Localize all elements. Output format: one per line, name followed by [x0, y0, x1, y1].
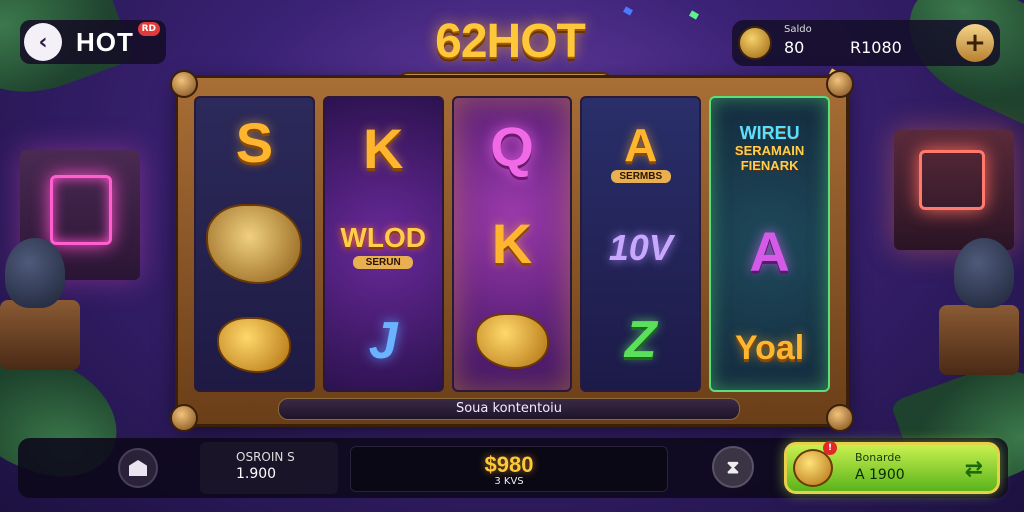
- back-label: HOT: [76, 26, 134, 57]
- back-arrow-icon: ‹: [24, 23, 62, 61]
- creature-decoration: [954, 238, 1014, 308]
- symbol-a: A: [749, 220, 790, 284]
- winged-shield-icon: [206, 203, 303, 284]
- slot-machine-frame: S K WLOD SERUN J Q K A SERMBS 10V Z WIRE…: [170, 70, 854, 432]
- wild-symbol-text: WLOD: [340, 222, 426, 254]
- reel-2: K WLOD SERUN J: [322, 96, 444, 392]
- symbol-10v: 10V: [608, 227, 673, 269]
- reel-5: WIREU SERAMAIN FIENARK A Yoal: [709, 96, 830, 392]
- symbol-k: K: [491, 211, 533, 275]
- win-display: $980 3 KVS: [350, 446, 668, 492]
- frame-bolt: [170, 70, 198, 98]
- symbol-a-sub: SERMBS: [610, 169, 671, 183]
- balance-panel: Saldo 80 R1080 +: [732, 20, 1000, 66]
- spin-button[interactable]: ! Bonarde A 1900 ⇄: [784, 441, 1000, 494]
- reel-3: Q K: [451, 96, 573, 392]
- wild-symbol-sub: SERUN: [353, 256, 414, 270]
- symbol-a: A: [624, 118, 658, 171]
- bet-label: OSROIN S: [236, 450, 295, 464]
- home-icon: [129, 460, 147, 476]
- autoplay-button[interactable]: ⧗: [712, 446, 754, 488]
- bottom-control-bar: OSROIN S 1.900 $980 3 KVS ⧗ ! Bonarde A …: [18, 438, 1008, 498]
- symbol-k: K: [362, 116, 404, 180]
- balance-value-right: R1080: [850, 38, 902, 57]
- plus-icon: +: [964, 28, 986, 58]
- back-button[interactable]: ‹ HOT RD: [20, 20, 166, 64]
- frame-bolt: [170, 404, 198, 432]
- reel-4: A SERMBS 10V Z: [580, 96, 702, 392]
- balance-label: Saldo: [784, 24, 812, 35]
- gold-bar-icon: [474, 313, 549, 370]
- alert-badge: !: [823, 441, 837, 455]
- reel-1: S: [194, 96, 315, 392]
- add-funds-button[interactable]: +: [956, 24, 994, 62]
- reels-container: S K WLOD SERUN J Q K A SERMBS 10V Z WIRE…: [194, 96, 830, 392]
- balance-value-left: 80: [784, 38, 805, 57]
- treasure-pouch-icon: [217, 317, 292, 374]
- symbol-s: S: [235, 110, 274, 174]
- bonus-banner: WIREU SERAMAIN FIENARK: [715, 123, 825, 174]
- home-button[interactable]: [118, 448, 158, 488]
- bet-display[interactable]: OSROIN S 1.900: [200, 442, 338, 494]
- symbol-z: Z: [624, 311, 657, 370]
- pot-decoration: [939, 305, 1019, 375]
- coin-icon: [738, 26, 772, 60]
- symbol-j: J: [368, 312, 398, 371]
- spin-label: Bonarde: [855, 451, 902, 464]
- symbol-q: Q: [490, 114, 534, 178]
- bonus-banner-line1: SERAMAIN: [734, 142, 805, 158]
- neon-sign: [50, 175, 112, 245]
- confetti-decoration: [689, 10, 699, 20]
- pot-decoration: [0, 300, 80, 370]
- win-sub: 3 KVS: [494, 476, 524, 487]
- wild-symbol: WLOD SERUN: [333, 222, 433, 270]
- win-amount: $980: [484, 452, 534, 477]
- spin-value: A 1900: [855, 467, 905, 483]
- hot-badge: RD: [137, 22, 160, 36]
- neon-sign: [919, 150, 985, 210]
- frame-bolt: [826, 404, 854, 432]
- bonus-banner-line2: FIENARK: [740, 157, 799, 173]
- bonus-banner-title: WIREU: [739, 123, 800, 144]
- bet-value: 1.900: [236, 466, 277, 482]
- hourglass-icon: ⧗: [726, 456, 740, 478]
- symbol-yoal: Yoal: [734, 328, 805, 367]
- confetti-decoration: [623, 6, 633, 16]
- symbol-a-badge: A SERMBS: [591, 122, 691, 183]
- neon-hut-right: [894, 130, 1014, 250]
- creature-decoration: [5, 238, 65, 308]
- game-logo: 62HOT: [435, 15, 586, 68]
- spin-arrows-icon: ⇄: [964, 457, 983, 482]
- frame-bolt: [826, 70, 854, 98]
- frame-info-label: Soua kontentoiu: [278, 398, 740, 420]
